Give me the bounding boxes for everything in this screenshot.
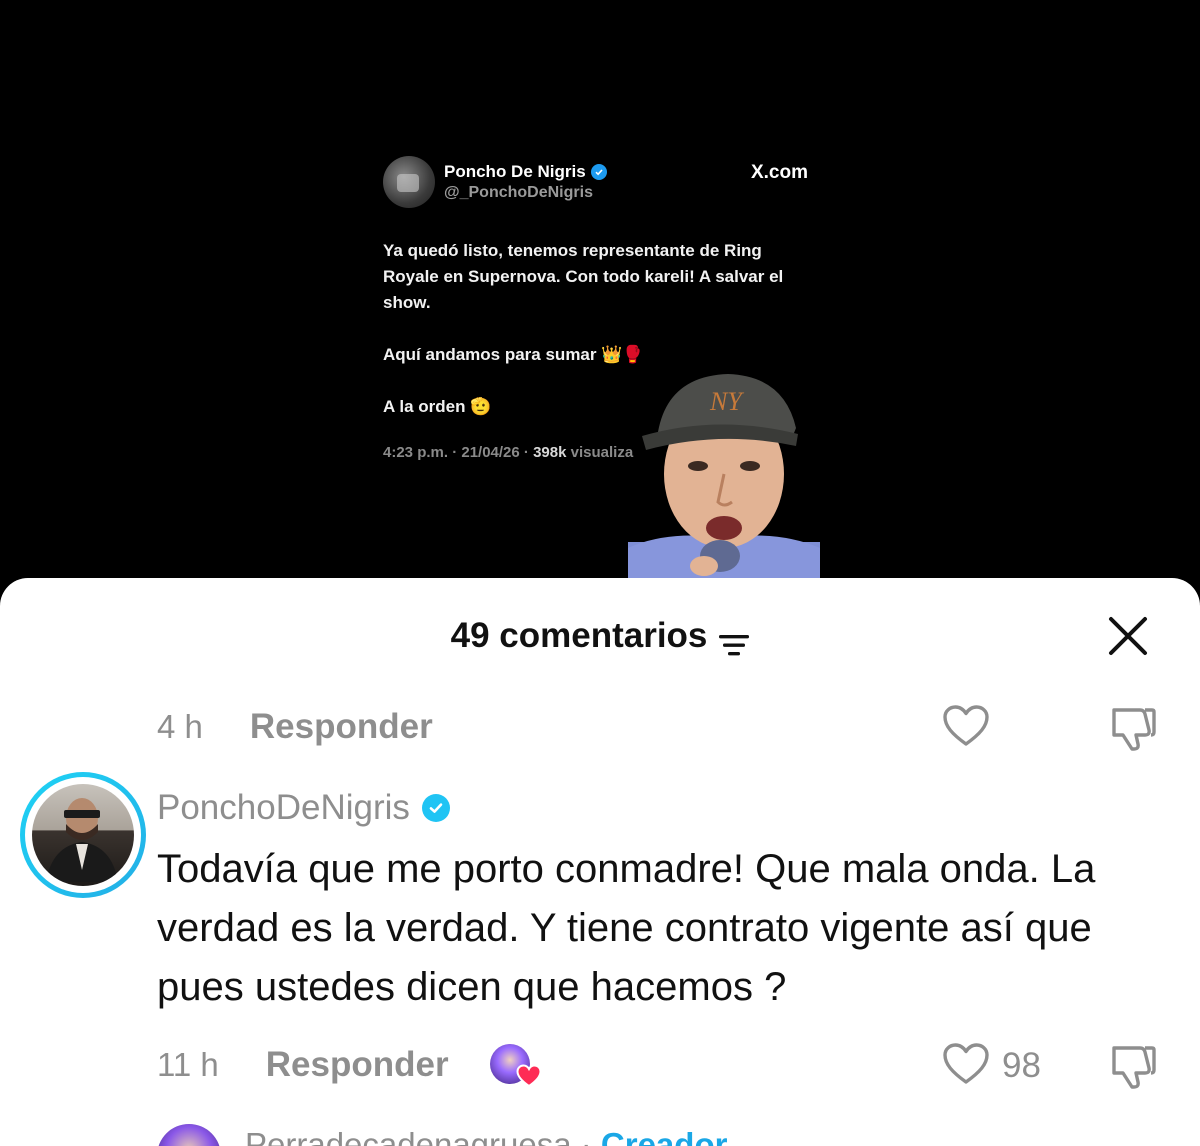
next-comment[interactable]: Perradecadenagruesa · Creador (157, 1118, 1157, 1146)
svg-text:NY: NY (709, 387, 744, 416)
avatar-image (32, 784, 134, 886)
close-icon[interactable] (1108, 616, 1148, 656)
tweet-timestamp: 4:23 p.m. · 21/04/26 · (383, 444, 534, 461)
comments-sheet: 49 comentarios 4 h Responder PonchoDeNig… (0, 578, 1200, 1146)
video-player[interactable]: Poncho De Nigris @_PonchoDeNigris X.com … (0, 0, 1200, 600)
next-username: Perradecadenagruesa (245, 1126, 572, 1146)
tweet-source: X.com (750, 162, 808, 183)
reply-button[interactable]: Responder (266, 1045, 449, 1085)
like-heart-icon[interactable] (942, 704, 990, 753)
commenter-username[interactable]: PonchoDeNigris (157, 788, 450, 828)
next-commenter-avatar[interactable] (157, 1124, 221, 1146)
tweet-author-name: Poncho De Nigris (444, 162, 607, 182)
verified-icon (590, 164, 607, 180)
reply-button[interactable]: Responder (250, 707, 433, 747)
dislike-icon[interactable] (1108, 1042, 1158, 1095)
like-heart-icon[interactable] (942, 1042, 990, 1091)
tweet-views: 398k (533, 444, 567, 461)
like-count: 98 (1002, 1046, 1041, 1085)
tweet-author-name-text: Poncho De Nigris (444, 162, 586, 181)
separator-dot: · (571, 1126, 601, 1146)
comment-time: 4 h (157, 708, 203, 745)
previous-comment-actions: 4 h Responder (157, 704, 1160, 750)
comments-header: 49 comentarios (0, 616, 1200, 656)
avatar-inner (25, 777, 141, 893)
comments-count-title: 49 comentarios (450, 616, 708, 655)
creator-badge: Creador (600, 1126, 728, 1146)
creator-heart-icon (516, 1064, 542, 1088)
comment-time: 11 h (157, 1046, 219, 1083)
tweet-author-avatar (383, 156, 435, 208)
verified-badge-icon (421, 794, 450, 822)
filter-icon[interactable] (719, 626, 750, 656)
tweet-header: Poncho De Nigris @_PonchoDeNigris X.com (383, 156, 813, 210)
tweet-views-label: visualiza (566, 444, 634, 461)
username-text: PonchoDeNigris (157, 788, 410, 827)
tweet-paragraph: Ya quedó listo, tenemos representante de… (383, 241, 784, 312)
dislike-icon[interactable] (1108, 704, 1158, 757)
next-commenter-name[interactable]: Perradecadenagruesa · Creador (245, 1126, 727, 1146)
creator-overlay-image: NY (628, 362, 820, 578)
commenter-avatar[interactable] (20, 772, 146, 898)
tweet-author-handle: @_PonchoDeNigris (444, 184, 593, 201)
comment-text: Todavía que me porto conmadre! Que mala … (157, 847, 1096, 1009)
